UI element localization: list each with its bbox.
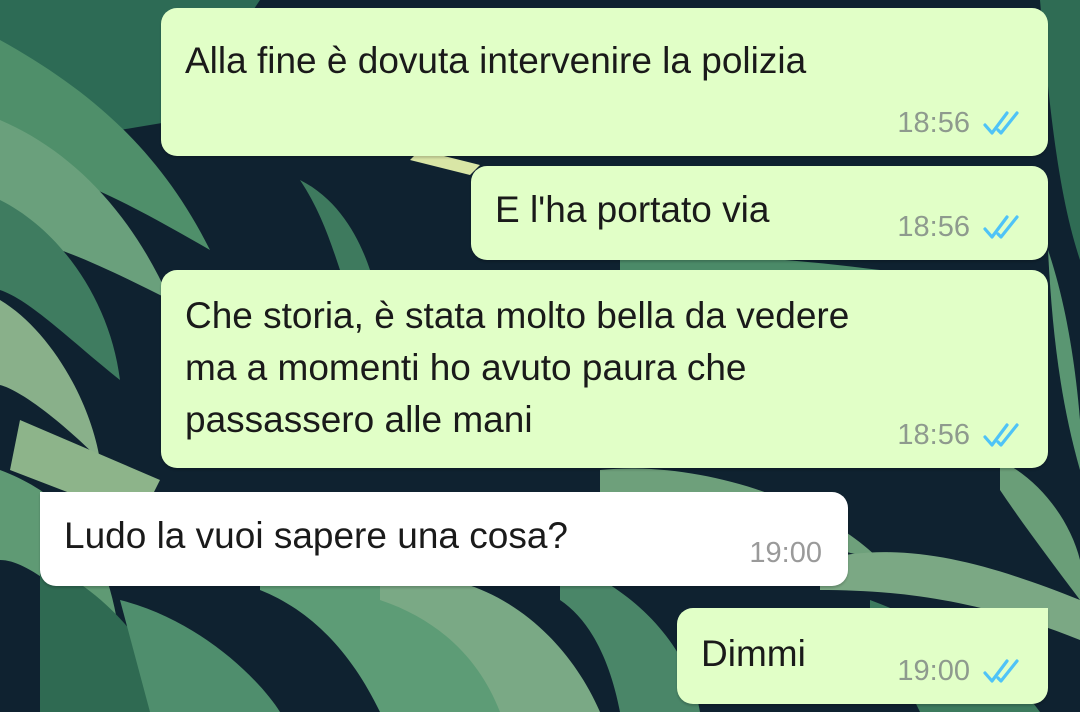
- message-bubble-outgoing[interactable]: E l'ha portato via 18:56: [471, 166, 1048, 260]
- message-meta: 18:56: [897, 420, 1022, 450]
- read-double-tick-icon: [983, 215, 1019, 239]
- message-text: Dimmi: [701, 633, 806, 674]
- message-text: E l'ha portato via: [495, 189, 770, 230]
- message-time: 19:00: [749, 537, 822, 569]
- message-bubble-outgoing[interactable]: Dimmi 19:00: [677, 608, 1048, 704]
- message-meta: 18:56: [897, 108, 1022, 138]
- chat-view: Alla fine è dovuta intervenire la polizi…: [0, 0, 1080, 712]
- message-meta: 19:00: [749, 538, 822, 568]
- message-bubble-outgoing[interactable]: Alla fine è dovuta intervenire la polizi…: [161, 8, 1048, 156]
- message-time: 18:56: [897, 107, 970, 139]
- read-double-tick-icon: [983, 111, 1019, 135]
- read-double-tick-icon: [983, 659, 1019, 683]
- message-time: 19:00: [897, 655, 970, 687]
- message-meta: 19:00: [897, 656, 1022, 686]
- message-text: Che storia, è stata molto bella da veder…: [185, 295, 850, 440]
- message-time: 18:56: [897, 211, 970, 243]
- message-bubble-outgoing[interactable]: Che storia, è stata molto bella da veder…: [161, 270, 1048, 468]
- read-double-tick-icon: [983, 423, 1019, 447]
- message-bubble-incoming[interactable]: Ludo la vuoi sapere una cosa? 19:00: [40, 492, 848, 586]
- message-text: Ludo la vuoi sapere una cosa?: [64, 515, 568, 556]
- message-time: 18:56: [897, 419, 970, 451]
- message-meta: 18:56: [897, 212, 1022, 242]
- message-text: Alla fine è dovuta intervenire la polizi…: [185, 40, 807, 81]
